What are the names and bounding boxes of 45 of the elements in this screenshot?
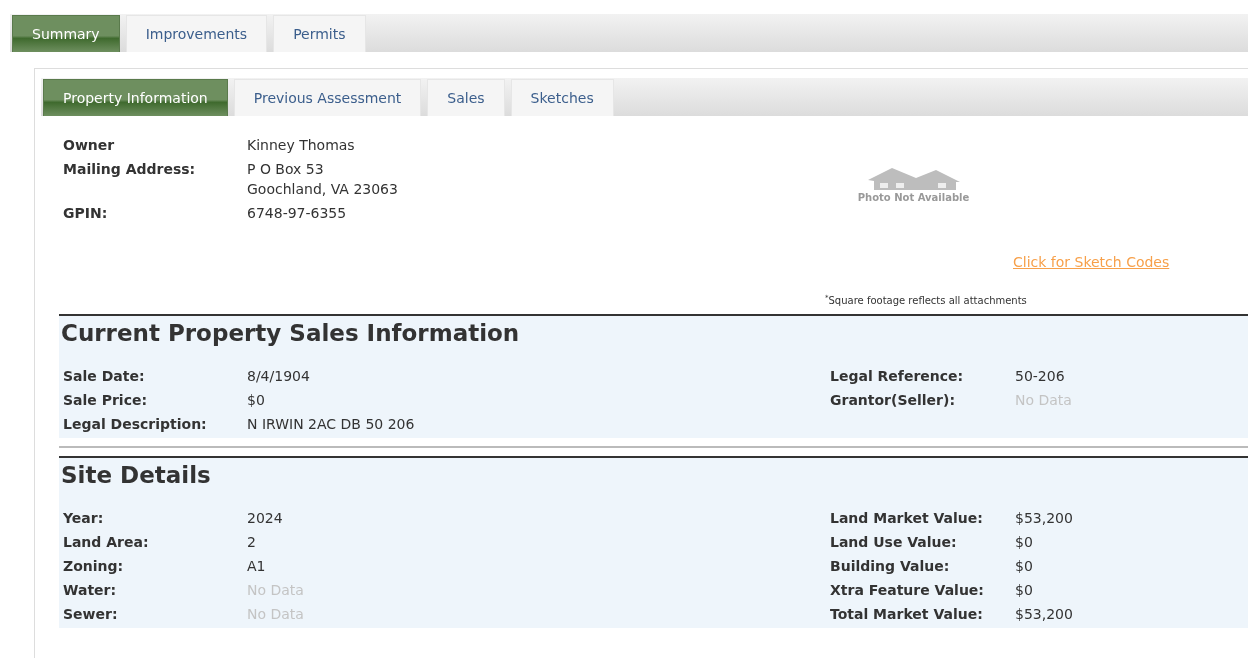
tab[interactable]: Sketches [510,79,614,116]
field-value: 2024 [247,509,284,528]
field-label: Grantor(Seller): [830,391,956,410]
section-heading: Site Details [60,461,212,491]
field-label: Sewer: [63,605,119,624]
field-label: Sale Price: [63,391,149,410]
field-label: Xtra Feature Value: [830,581,985,600]
field-value: A1 [247,557,267,576]
tab[interactable]: Permits [273,15,366,52]
field-label: Water: [63,581,118,600]
field-label: Owner [63,136,116,154]
field-label: Legal Description: [63,415,208,434]
field-value: $53,200 [1015,509,1074,528]
field-value: Goochland, VA 23063 [247,180,399,198]
field-label: Building Value: [830,557,951,576]
field-value: $0 [247,391,266,410]
field-value: 8/4/1904 [247,367,311,386]
field-label: Zoning: [63,557,125,576]
field-value: $53,200 [1015,605,1074,624]
field-label: Year: [63,509,105,528]
tab[interactable]: Property Information [43,79,228,116]
field-value: 6748-97-6355 [247,204,348,222]
field-value: P O Box 53 [247,160,325,178]
tab[interactable]: Previous Assessment [233,79,422,116]
field-label: Land Area: [63,533,150,552]
field-value: $0 [1015,557,1034,576]
tab[interactable]: Improvements [125,15,268,52]
tab[interactable]: Sales [427,79,505,116]
field-value: Kinney Thomas [247,136,356,154]
field-label: Sale Date: [63,367,146,386]
field-value: 2 [247,533,257,552]
field-label: GPIN: [63,204,109,222]
tab[interactable]: Summary [12,15,120,52]
field-label: Legal Reference: [830,367,965,386]
field-value: $0 [1015,533,1034,552]
field-label: Total Market Value: [830,605,984,624]
field-label: Land Use Value: [830,533,958,552]
field-label: Mailing Address: [63,160,197,179]
field-value: 50-206 [1015,367,1066,386]
photo-caption: Photo Not Available [857,192,970,203]
section-heading: Current Property Sales Information [60,319,521,349]
footnote: $^{*}$Square footage reflects all attachments [825,294,1027,307]
field-value: N IRWIN 2AC DB 50 206 [247,415,416,434]
field-label: Land Market Value: [830,509,984,528]
field-value: $0 [1015,581,1034,600]
